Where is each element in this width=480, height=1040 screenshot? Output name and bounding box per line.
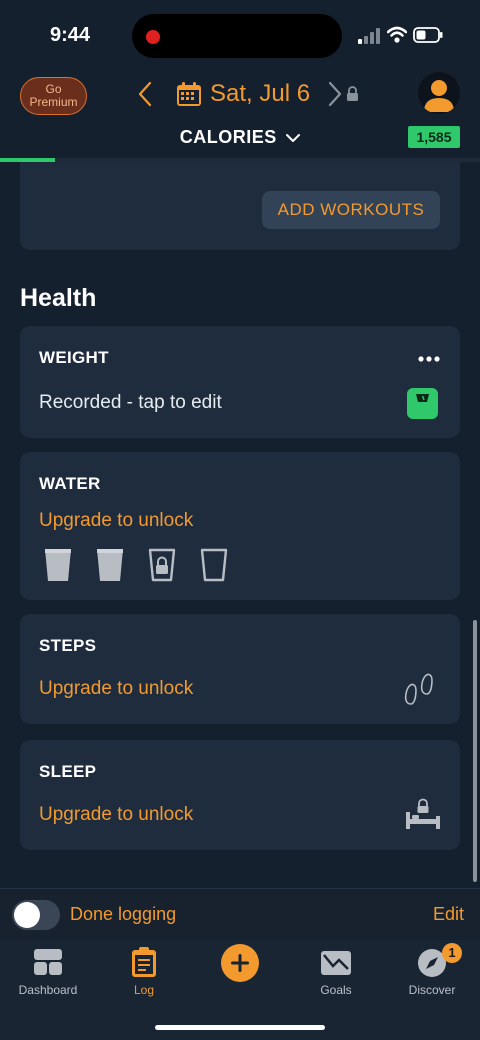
workouts-card: ADD WORKOUTS bbox=[20, 162, 460, 250]
sleep-upgrade-link[interactable]: Upgrade to unlock bbox=[39, 804, 193, 826]
more-options-icon[interactable] bbox=[418, 356, 440, 362]
water-cup-locked-icon[interactable] bbox=[148, 548, 176, 582]
battery-icon bbox=[413, 27, 443, 43]
status-bar: 9:44 bbox=[0, 0, 480, 72]
toggle-knob bbox=[14, 902, 40, 928]
view-title: CALORIES bbox=[179, 127, 277, 147]
scrollbar[interactable] bbox=[473, 620, 477, 882]
chevron-down-icon bbox=[286, 134, 301, 143]
tab-goals[interactable]: Goals bbox=[288, 940, 384, 1000]
calories-remaining-badge: 1,585 bbox=[408, 126, 460, 148]
weight-card[interactable]: WEIGHT Recorded - tap to edit bbox=[20, 326, 460, 438]
user-icon bbox=[424, 80, 454, 112]
tab-label: Discover bbox=[408, 983, 456, 997]
next-day-arrow-icon[interactable] bbox=[328, 81, 342, 107]
dynamic-island bbox=[132, 14, 342, 58]
notification-badge: 1 bbox=[442, 943, 462, 963]
weight-status: Recorded - tap to edit bbox=[39, 392, 222, 413]
lock-icon bbox=[347, 86, 358, 101]
tab-discover[interactable]: 1 Discover bbox=[384, 940, 480, 1000]
scale-icon bbox=[407, 388, 438, 419]
steps-card[interactable]: STEPS Upgrade to unlock bbox=[20, 614, 460, 724]
done-logging-bar: Done logging Edit bbox=[0, 888, 480, 941]
tab-add[interactable] bbox=[192, 940, 288, 1000]
tab-log[interactable]: Log bbox=[96, 940, 192, 1000]
edit-button[interactable]: Edit bbox=[433, 904, 464, 925]
steps-upgrade-link[interactable]: Upgrade to unlock bbox=[39, 678, 193, 700]
go-premium-button[interactable]: Go Premium bbox=[20, 77, 87, 115]
home-indicator[interactable] bbox=[155, 1025, 325, 1030]
tab-label: Goals bbox=[320, 983, 352, 997]
done-logging-label[interactable]: Done logging bbox=[70, 904, 176, 925]
clipboard-icon bbox=[132, 947, 156, 977]
water-title: WATER bbox=[39, 474, 101, 493]
health-section-title: Health bbox=[20, 284, 97, 312]
sleep-title: SLEEP bbox=[39, 762, 97, 781]
sleep-card[interactable]: SLEEP Upgrade to unlock bbox=[20, 740, 460, 850]
water-cup-full-icon[interactable] bbox=[96, 548, 124, 582]
weight-title: WEIGHT bbox=[39, 348, 109, 367]
top-bar: Go Premium Sat, Jul 6 CALORIES 1,585 bbox=[0, 72, 480, 162]
goals-icon bbox=[321, 951, 351, 975]
dashboard-icon bbox=[34, 949, 62, 975]
tab-label: Dashboard bbox=[18, 983, 78, 997]
water-cup-full-icon[interactable] bbox=[44, 548, 72, 582]
profile-avatar[interactable] bbox=[418, 72, 460, 114]
tab-label: Log bbox=[133, 983, 155, 997]
tab-dashboard[interactable]: Dashboard bbox=[0, 940, 96, 1000]
steps-title: STEPS bbox=[39, 636, 97, 655]
calendar-icon[interactable] bbox=[176, 81, 202, 107]
current-date[interactable]: Sat, Jul 6 bbox=[210, 80, 310, 108]
previous-day-arrow-icon[interactable] bbox=[138, 81, 152, 107]
add-workouts-button[interactable]: ADD WORKOUTS bbox=[262, 191, 440, 229]
water-card[interactable]: WATER Upgrade to unlock bbox=[20, 452, 460, 600]
recording-indicator-icon bbox=[146, 30, 160, 44]
bed-locked-icon bbox=[406, 798, 440, 829]
cellular-signal-icon bbox=[358, 28, 380, 44]
water-cup-empty-icon[interactable] bbox=[200, 548, 228, 582]
footprints-icon bbox=[404, 673, 433, 705]
tab-bar: Dashboard Log Goals 1 Discover bbox=[0, 940, 480, 1040]
status-time: 9:44 bbox=[50, 24, 91, 46]
done-logging-toggle[interactable] bbox=[12, 900, 60, 930]
wifi-icon bbox=[387, 26, 407, 43]
water-upgrade-link[interactable]: Upgrade to unlock bbox=[39, 510, 193, 532]
plus-icon bbox=[221, 944, 259, 982]
